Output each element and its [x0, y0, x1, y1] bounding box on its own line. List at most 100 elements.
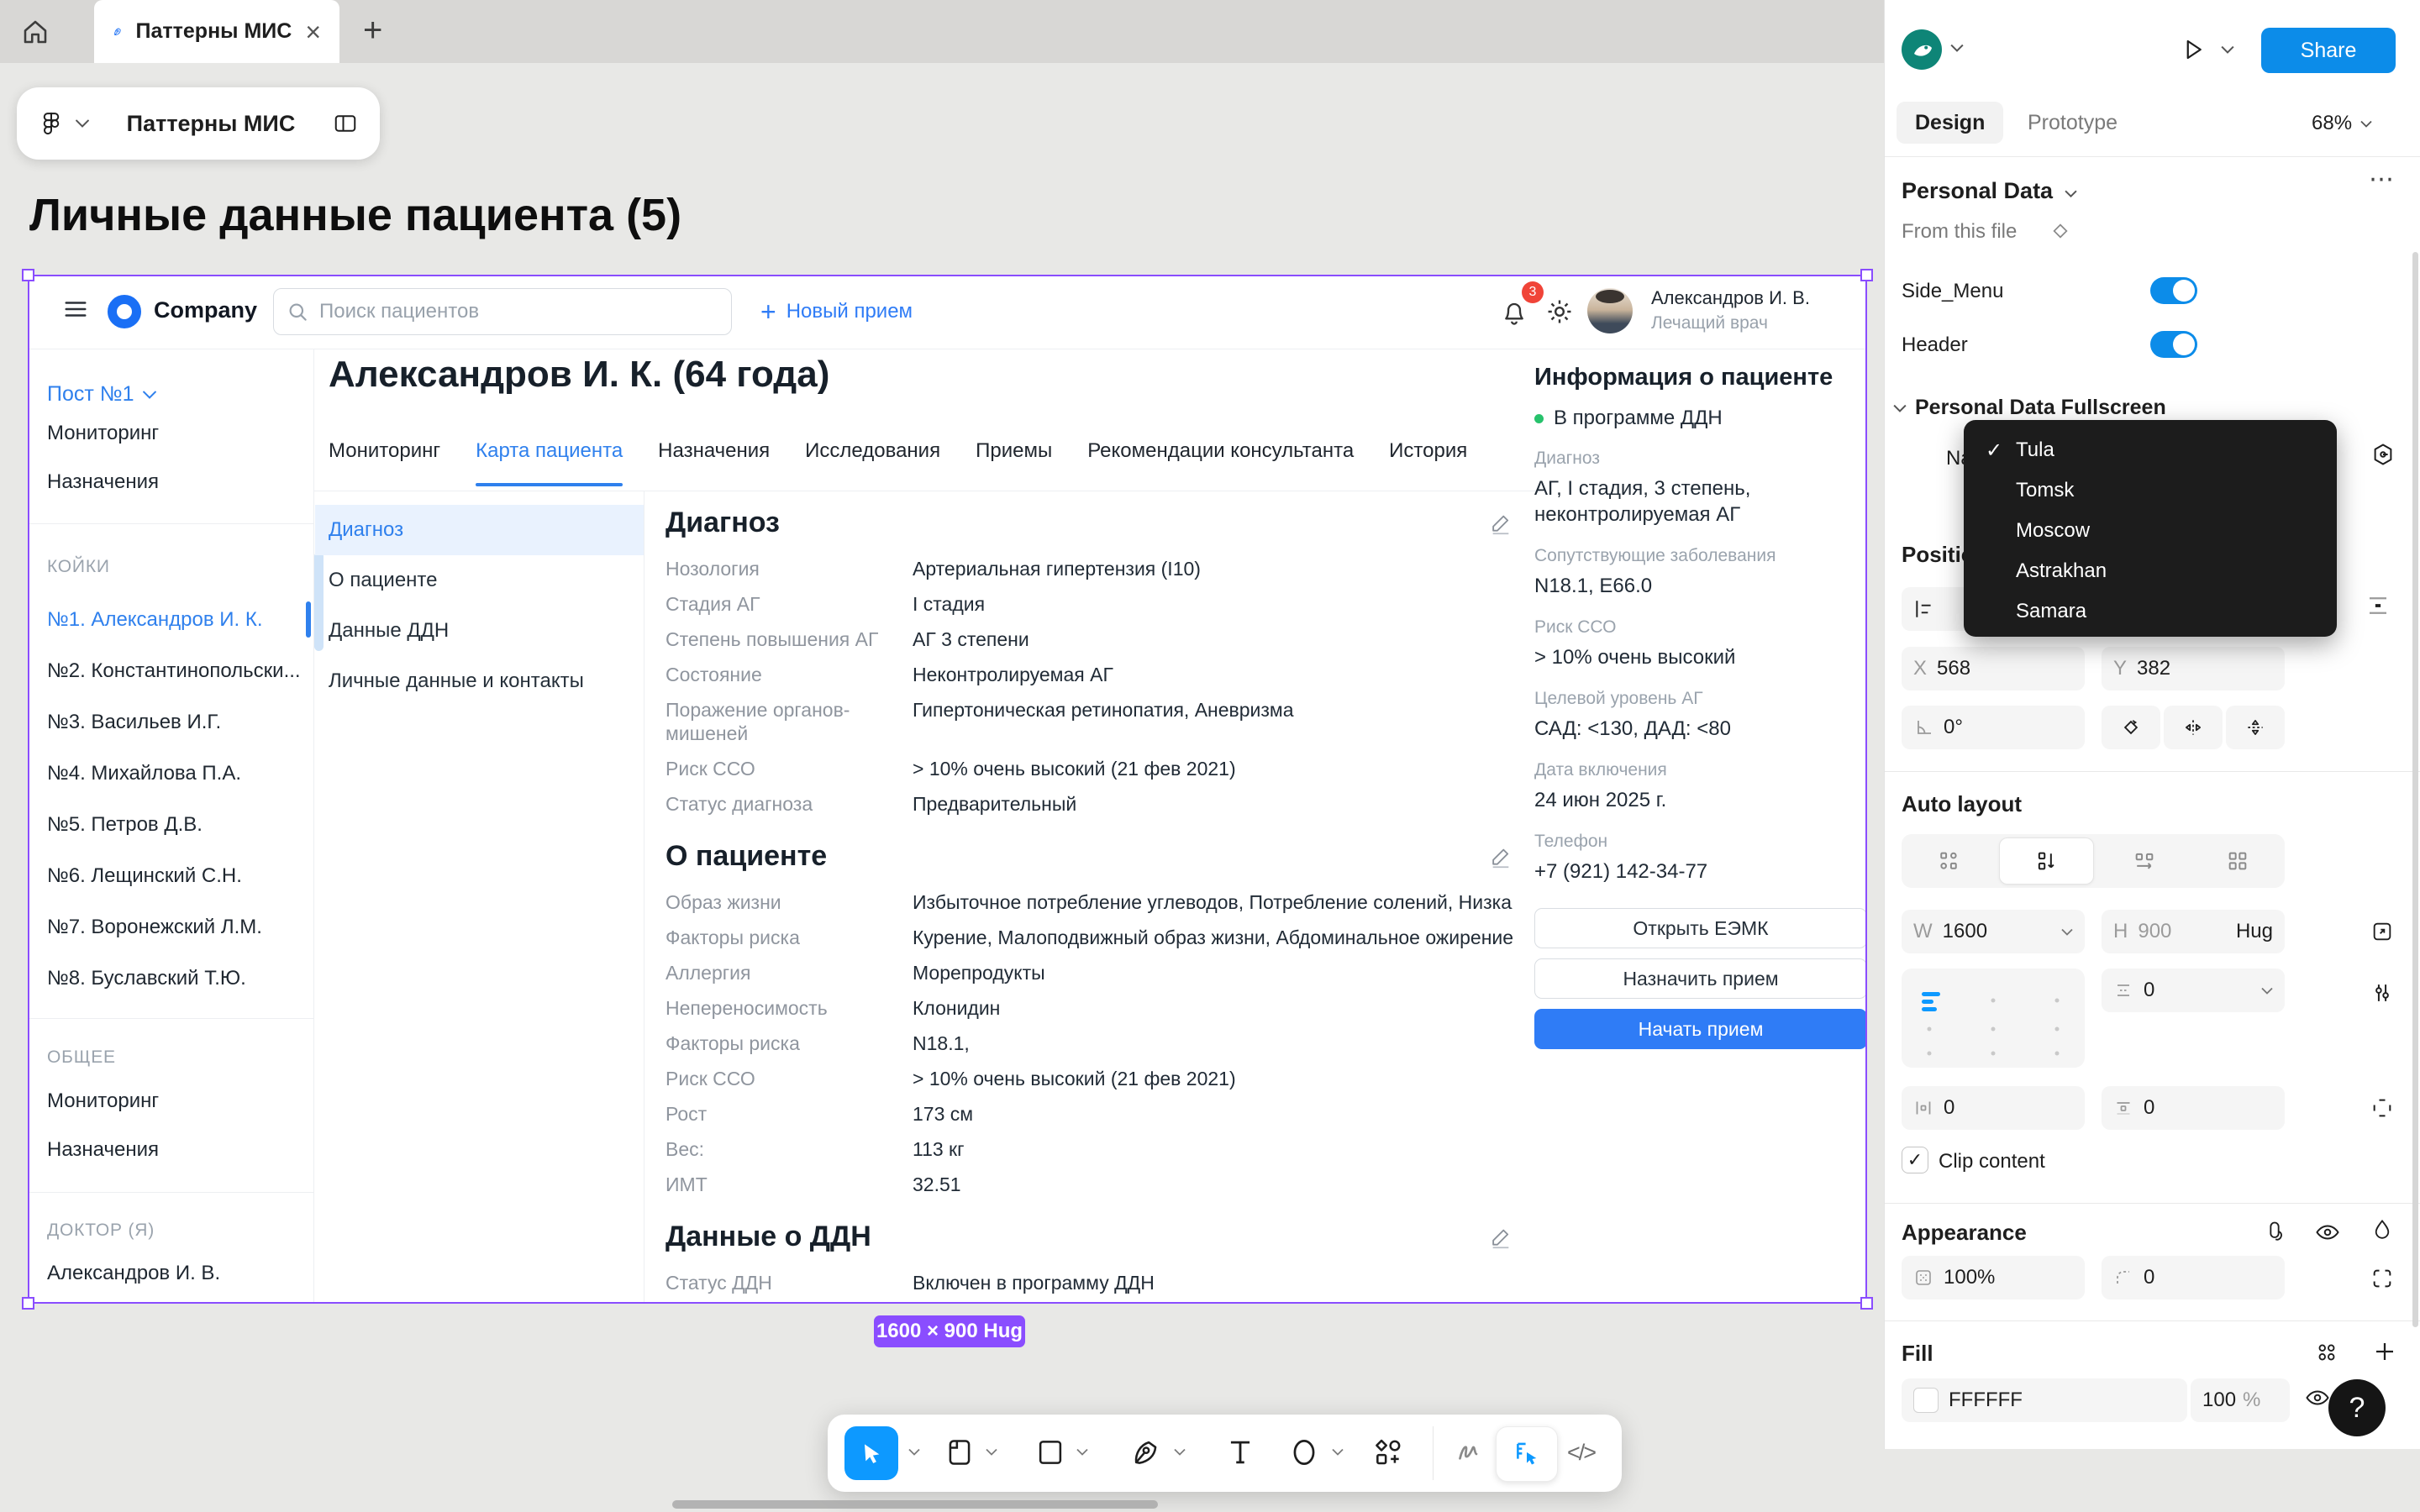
fill-swatch[interactable] [1913, 1388, 1939, 1413]
horizontal-scrollbar[interactable] [672, 1500, 1158, 1509]
bed-item[interactable]: №4. Михайлова П.А. [28, 748, 313, 799]
flip-horizontal-button[interactable] [2164, 706, 2223, 749]
independent-corners-icon[interactable] [2370, 1267, 2394, 1290]
rotation-field[interactable]: 0° [1902, 706, 2085, 749]
bed-item[interactable]: №6. Лещинский С.Н. [28, 850, 313, 901]
layout-panel-icon[interactable] [333, 111, 358, 136]
bed-item[interactable]: №2. Константинопольски... [28, 645, 313, 696]
settings-button[interactable] [1545, 297, 1574, 326]
x-position-field[interactable]: X 568 [1902, 647, 2085, 690]
chevron-down-icon[interactable] [76, 119, 89, 128]
share-button[interactable]: Share [2261, 28, 2396, 73]
sidebar-item[interactable]: Мониторинг [28, 409, 313, 458]
chevron-down-icon[interactable] [1950, 44, 1964, 52]
shape-tool-button[interactable] [1034, 1436, 1066, 1468]
flow-horizontal-option[interactable] [2097, 834, 2191, 888]
bed-item[interactable]: №7. Воронежский Л.М. [28, 901, 313, 953]
sidebar-item[interactable]: Александров И. В. [28, 1249, 313, 1298]
file-tab[interactable]: Паттерны МИС × [94, 0, 339, 63]
new-tab-button[interactable]: + [363, 12, 382, 50]
actions-button[interactable] [1372, 1436, 1404, 1468]
rotate-90-button[interactable] [2102, 706, 2160, 749]
post-selector[interactable]: Пост №1 [47, 382, 156, 407]
y-position-field[interactable]: Y 382 [2102, 647, 2285, 690]
draw-annotate-button[interactable] [1454, 1436, 1484, 1467]
patient-tab[interactable]: Рекомендации консультанта [1087, 439, 1354, 486]
flow-freeform-option[interactable] [1902, 834, 1996, 888]
gap-field[interactable]: 0 [2102, 969, 2285, 1012]
subnav-item[interactable]: Данные ДДН [315, 606, 644, 656]
bed-item[interactable]: №1. Александров И. К. [28, 594, 313, 645]
chevron-down-icon[interactable] [1174, 1448, 1186, 1456]
edit-icon[interactable] [1489, 512, 1512, 535]
clip-content-checkbox[interactable]: ✓ [1902, 1147, 1928, 1173]
zoom-control[interactable]: 68% [2312, 112, 2372, 135]
corner-radius-field[interactable]: 0 [2102, 1256, 2285, 1299]
dropdown-option[interactable]: ✓ Astrakhan [1964, 551, 2337, 591]
patient-tab[interactable]: Карта пациента [476, 439, 623, 486]
fill-visibility-eye-icon[interactable] [2305, 1388, 2330, 1408]
tab-design[interactable]: Design [1897, 102, 2003, 144]
width-field[interactable]: W 1600 [1902, 910, 2085, 953]
close-tab-icon[interactable]: × [305, 18, 321, 45]
subnav-item[interactable]: Диагноз [315, 505, 644, 555]
tab-prototype[interactable]: Prototype [2009, 102, 2136, 144]
fill-styles-icon[interactable] [2315, 1341, 2338, 1364]
sliders-icon[interactable] [2370, 981, 2394, 1005]
dropdown-option[interactable]: ✓ Moscow [1964, 511, 2337, 551]
chevron-down-icon[interactable] [908, 1448, 920, 1456]
page-title[interactable]: Личные данные пациента (5) [29, 189, 681, 241]
chevron-down-icon[interactable] [1076, 1448, 1088, 1456]
patient-search[interactable] [273, 288, 732, 335]
chevron-down-icon[interactable] [986, 1448, 997, 1456]
dropdown-option[interactable]: ✓ Tula [1964, 430, 2337, 470]
text-tool-button[interactable] [1224, 1436, 1256, 1468]
chevron-down-icon[interactable] [2065, 190, 2077, 197]
edit-icon[interactable] [1489, 845, 1512, 869]
subnav-item[interactable]: Личные данные и контакты [315, 656, 644, 706]
frame-tool-button[interactable] [944, 1436, 976, 1468]
chevron-down-icon[interactable] [1332, 1448, 1344, 1456]
resize-icon[interactable] [2370, 920, 2394, 943]
bed-item[interactable]: №3. Васильев И.Г. [28, 696, 313, 748]
eye-icon[interactable] [2315, 1222, 2340, 1242]
styles-capsule-icon[interactable] [2263, 1220, 2286, 1243]
component-name[interactable]: Personal Data [1902, 178, 2053, 204]
notifications-button[interactable] [1500, 297, 1528, 327]
group-header[interactable]: Personal Data Fullscreen [1915, 396, 2166, 420]
chevron-down-icon[interactable] [2221, 45, 2234, 54]
ellipse-tool-button[interactable] [1288, 1436, 1320, 1468]
vertical-padding-field[interactable]: 0 [2102, 1086, 2285, 1130]
user-avatar[interactable] [1587, 288, 1633, 333]
horizontal-padding-field[interactable]: 0 [1902, 1086, 2085, 1130]
flip-vertical-button[interactable] [2226, 706, 2285, 749]
patient-tab[interactable]: История [1389, 439, 1467, 486]
pen-tool-button[interactable] [1130, 1436, 1162, 1468]
edit-icon[interactable] [1489, 1226, 1512, 1249]
patient-tab[interactable]: Приемы [976, 439, 1052, 486]
header-toggle[interactable] [2150, 331, 2197, 358]
account-avatar[interactable] [1902, 29, 1942, 70]
hamburger-menu-icon[interactable] [63, 298, 88, 320]
opacity-field[interactable]: 100% [1902, 1256, 2085, 1299]
blend-drop-icon[interactable] [2370, 1218, 2394, 1243]
secondary-button[interactable]: Назначить прием [1534, 958, 1867, 999]
dev-mode-button[interactable] [1496, 1426, 1558, 1482]
subnav-item[interactable]: О пациенте [315, 555, 644, 606]
height-field[interactable]: H 900 Hug [2102, 910, 2285, 953]
independent-padding-icon[interactable] [2370, 1096, 2394, 1120]
patient-tab[interactable]: Мониторинг [329, 439, 440, 486]
component-menu-icon[interactable]: ⋯ [2369, 165, 2394, 194]
secondary-button[interactable]: Открыть ЕЭМК [1534, 908, 1867, 948]
distribute-icon[interactable] [2365, 593, 2391, 618]
inspector-scrollbar[interactable] [2412, 252, 2418, 1327]
start-appointment-button[interactable]: Начать прием [1534, 1009, 1867, 1049]
help-button[interactable]: ? [2328, 1379, 2386, 1436]
sidebar-item[interactable]: Назначения [28, 458, 313, 507]
fill-color-row[interactable]: FFFFFF [1902, 1378, 2187, 1422]
design-frame[interactable]: Company + Новый прием 3 Александров И. [28, 275, 1867, 1304]
flow-grid-option[interactable] [2191, 834, 2286, 888]
present-play-icon[interactable] [2181, 35, 2206, 64]
fill-opacity-field[interactable]: 100 % [2191, 1378, 2290, 1422]
new-appointment-button[interactable]: + Новый прием [760, 275, 913, 349]
